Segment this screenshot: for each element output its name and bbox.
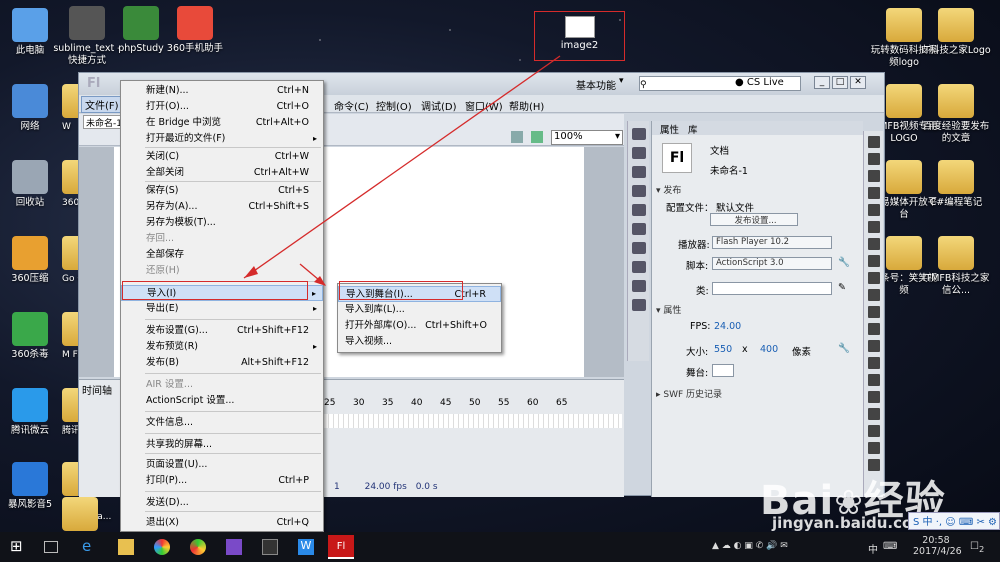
ime-toolbar[interactable]: S 中 ·, ☺ ⌨ ✂ ⚙ — [908, 512, 1000, 530]
taskbar: ⊞ e W Fl ▲ ☁ ◐ ▣ ✆ 🔊 ✉ 中 ⌨ 20:58 2017/4/2… — [0, 532, 1000, 562]
notification-icon[interactable]: ☐2 — [970, 541, 984, 554]
edge-icon[interactable]: e — [82, 537, 98, 555]
file-explorer-icon[interactable] — [118, 539, 134, 555]
arrow-head — [244, 266, 258, 278]
flash-taskbar-icon[interactable]: Fl — [328, 535, 354, 559]
wps-icon[interactable]: W — [298, 539, 314, 555]
clock[interactable]: 20:58 2017/4/26 — [913, 535, 962, 557]
notification-count: 2 — [978, 544, 985, 554]
arrow-line — [243, 55, 561, 279]
watermark-url: jingyan.baidu.com — [772, 514, 928, 532]
chrome-icon[interactable] — [154, 539, 170, 555]
browser-360-icon[interactable] — [190, 539, 206, 555]
ime-indicator[interactable]: 中 — [868, 541, 878, 556]
task-view-icon[interactable] — [44, 541, 58, 553]
keyboard-icon[interactable]: ⌨ — [883, 541, 897, 552]
clock-date: 2017/4/26 — [913, 546, 962, 557]
clock-time: 20:58 — [922, 535, 950, 546]
tray-icons[interactable]: ▲ ☁ ◐ ▣ ✆ 🔊 ✉ — [712, 541, 788, 551]
windows-start-icon[interactable]: ⊞ — [10, 537, 26, 555]
terminal-icon[interactable] — [262, 539, 278, 555]
ime-toolbar-mode: 中 — [922, 517, 933, 528]
visual-studio-icon[interactable] — [226, 539, 242, 555]
